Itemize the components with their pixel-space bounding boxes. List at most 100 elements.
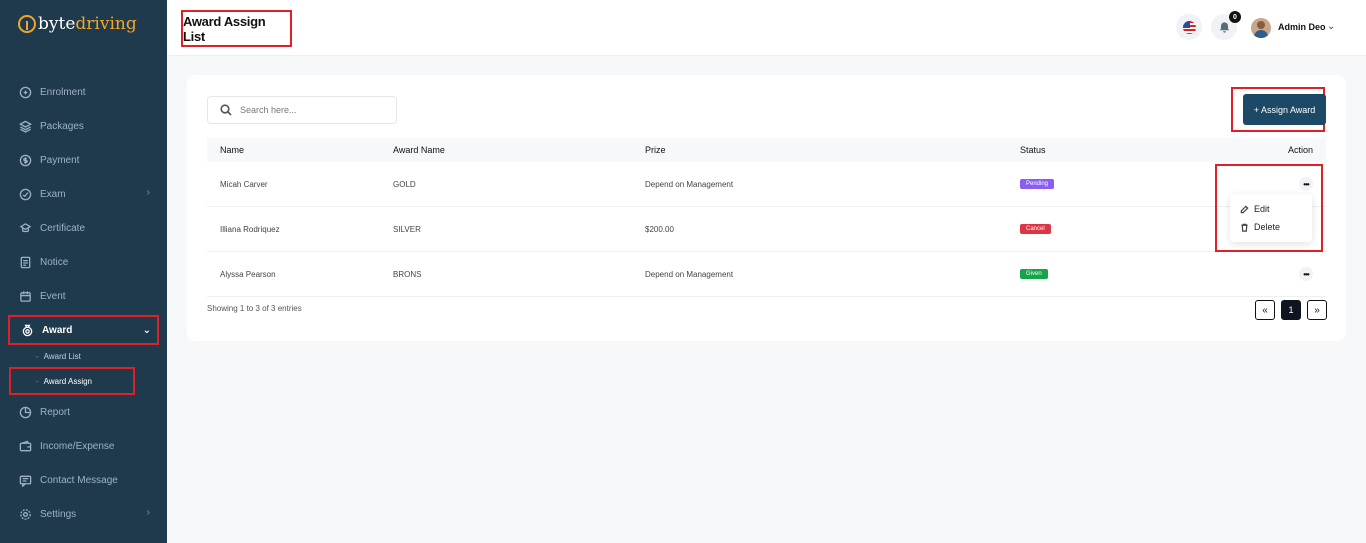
sidebar-item-certificate[interactable]: Certificate bbox=[18, 218, 158, 238]
cell-action: ••• bbox=[1299, 252, 1313, 296]
sidebar-item-report[interactable]: Report bbox=[18, 402, 158, 422]
chevron-down-icon: ⌄ bbox=[142, 325, 151, 336]
chevron-right-icon: › bbox=[146, 187, 150, 198]
table-row: Illiana Rodriquez SILVER $200.00 Cancel bbox=[207, 207, 1326, 252]
status-badge: Pending bbox=[1020, 179, 1055, 189]
cell-prize: $200.00 bbox=[645, 224, 674, 234]
cell-status: Pending bbox=[1020, 162, 1055, 206]
entries-info: Showing 1 to 3 of 3 entries bbox=[207, 304, 302, 313]
user-name[interactable]: Admin Deo bbox=[1278, 22, 1326, 32]
sidebar-item-packages[interactable]: Packages bbox=[18, 116, 158, 136]
sidebar-item-income-expense[interactable]: Income/Expense bbox=[18, 436, 158, 456]
cell-award-name: GOLD bbox=[393, 179, 416, 189]
sidebar-subitem-label: Award Assign bbox=[43, 376, 92, 386]
page-title: Award Assign List bbox=[181, 10, 292, 47]
steering-wheel-icon bbox=[18, 15, 36, 33]
cell-award-name: SILVER bbox=[393, 224, 421, 234]
menu-item-label: Delete bbox=[1254, 222, 1281, 232]
sidebar-item-label: Certificate bbox=[40, 222, 86, 234]
assign-award-button[interactable]: + Assign Award bbox=[1243, 94, 1326, 125]
sidebar-subitem-award-assign[interactable]: Award Assign bbox=[9, 367, 135, 395]
edit-icon bbox=[1240, 204, 1249, 213]
sidebar-item-award[interactable]: Award ⌄ bbox=[8, 315, 159, 345]
packages-icon bbox=[18, 119, 32, 133]
cell-status: Given bbox=[1020, 252, 1048, 296]
menu-item-delete[interactable]: Delete bbox=[1240, 218, 1312, 236]
action-dropdown-menu: Edit Delete bbox=[1230, 194, 1312, 242]
sidebar-item-enrolment[interactable]: Enrolment bbox=[18, 82, 158, 102]
sidebar-item-settings[interactable]: Settings › bbox=[18, 504, 158, 524]
chevron-right-icon: › bbox=[146, 507, 150, 518]
sidebar-item-label: Report bbox=[40, 406, 71, 418]
sidebar-item-label: Exam bbox=[40, 188, 66, 200]
menu-item-label: Edit bbox=[1254, 204, 1270, 214]
notification-count-badge: 0 bbox=[1229, 11, 1241, 23]
search-box[interactable] bbox=[207, 96, 397, 124]
event-icon bbox=[18, 289, 32, 303]
settings-icon bbox=[18, 507, 32, 521]
trash-icon bbox=[1241, 223, 1248, 232]
pagination-page-button[interactable]: 1 bbox=[1281, 300, 1301, 320]
bell-icon bbox=[1219, 21, 1229, 33]
column-header-award-name: Award Name bbox=[393, 145, 445, 155]
column-header-action: Action bbox=[1287, 145, 1313, 155]
sidebar-item-label: Income/Expense bbox=[40, 440, 115, 452]
sidebar-subitem-label: Award List bbox=[43, 352, 81, 361]
brand-logo[interactable]: byte driving bbox=[18, 14, 137, 34]
column-header-prize: Prize bbox=[645, 145, 666, 155]
cell-name: Illiana Rodriquez bbox=[220, 224, 280, 234]
table-row: Micah Carver GOLD Depend on Management P… bbox=[207, 162, 1326, 207]
sidebar-item-payment[interactable]: Payment bbox=[18, 150, 158, 170]
sidebar-item-label: Event bbox=[40, 290, 66, 302]
enrolment-icon bbox=[18, 85, 32, 99]
avatar[interactable] bbox=[1251, 18, 1271, 38]
top-header: Award Assign List 0 Admin Deo ⌄ bbox=[167, 0, 1366, 56]
award-assign-card: + Assign Award Name Award Name Prize Sta… bbox=[187, 75, 1346, 341]
sidebar: byte driving Enrolment Packages Payment E… bbox=[0, 0, 167, 543]
sidebar-item-label: Notice bbox=[40, 256, 69, 268]
payment-icon bbox=[18, 153, 32, 167]
wallet-icon bbox=[18, 439, 32, 453]
table-header: Name Award Name Prize Status Action bbox=[207, 138, 1326, 162]
certificate-icon bbox=[18, 221, 32, 235]
more-options-button[interactable]: ••• bbox=[1299, 267, 1313, 281]
brand-name-byte: byte bbox=[38, 14, 76, 34]
cell-name: Micah Carver bbox=[220, 179, 268, 189]
cell-status: Cancel bbox=[1020, 207, 1051, 251]
language-button[interactable] bbox=[1176, 14, 1202, 40]
report-icon bbox=[18, 405, 32, 419]
search-input[interactable] bbox=[240, 105, 390, 115]
sidebar-item-label: Enrolment bbox=[40, 86, 86, 98]
sidebar-item-event[interactable]: Event bbox=[18, 286, 158, 306]
cell-name: Alyssa Pearson bbox=[220, 269, 276, 279]
exam-icon bbox=[18, 187, 32, 201]
search-icon bbox=[220, 104, 232, 116]
brand-name-driving: driving bbox=[75, 14, 137, 34]
assign-award-highlight: + Assign Award bbox=[1231, 87, 1326, 132]
pagination-prev-button[interactable]: « bbox=[1255, 300, 1275, 320]
cell-prize: Depend on Management bbox=[645, 269, 734, 279]
status-badge: Cancel bbox=[1020, 224, 1051, 234]
sidebar-item-label: Payment bbox=[40, 154, 80, 166]
sidebar-item-contact-message[interactable]: Contact Message bbox=[18, 470, 158, 490]
sidebar-item-notice[interactable]: Notice bbox=[18, 252, 158, 272]
menu-item-edit[interactable]: Edit bbox=[1240, 200, 1312, 218]
award-icon bbox=[20, 323, 34, 337]
notice-icon bbox=[18, 255, 32, 269]
cell-prize: Depend on Management bbox=[645, 179, 734, 189]
column-header-name: Name bbox=[220, 145, 245, 155]
column-header-status: Status bbox=[1020, 145, 1046, 155]
sidebar-subitem-award-list[interactable]: Award List bbox=[36, 352, 81, 361]
table-row: Alyssa Pearson BRONS Depend on Managemen… bbox=[207, 252, 1326, 297]
us-flag-icon bbox=[1182, 20, 1196, 34]
sidebar-item-exam[interactable]: Exam › bbox=[18, 184, 158, 204]
sidebar-item-label: Settings bbox=[40, 508, 77, 520]
cell-award-name: BRONS bbox=[393, 269, 422, 279]
sidebar-item-label: Award bbox=[42, 324, 73, 336]
pagination-next-button[interactable]: » bbox=[1307, 300, 1327, 320]
message-icon bbox=[18, 473, 32, 487]
sidebar-item-label: Contact Message bbox=[40, 474, 118, 486]
status-badge: Given bbox=[1020, 269, 1048, 279]
chevron-down-icon[interactable]: ⌄ bbox=[1327, 21, 1335, 32]
sidebar-item-label: Packages bbox=[40, 120, 84, 132]
